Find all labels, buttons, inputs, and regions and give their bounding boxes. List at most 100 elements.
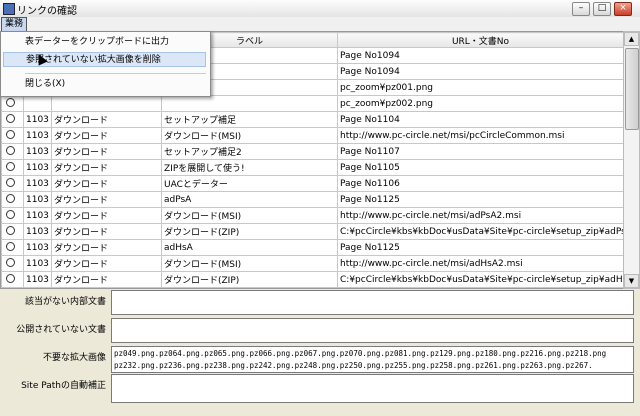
cell-page[interactable]: ダウンロード (51, 191, 162, 208)
cell-label[interactable]: ダウンロード(MSI) (161, 127, 338, 144)
cell-label[interactable]: ダウンロード(MSI) (161, 207, 338, 224)
scroll-thumb[interactable] (625, 48, 639, 130)
table-row[interactable]: 1103ダウンロードダウンロード(MSI)http://www.pc-circl… (1, 127, 623, 144)
table-row[interactable]: 1103 ダウンロード セットアップ補足2 Page No1107 (1, 143, 623, 160)
cell-label[interactable]: セットアップ補足 (161, 111, 338, 128)
cell-no[interactable]: 1103 (23, 143, 52, 160)
radio-icon[interactable] (6, 241, 15, 251)
cell-page[interactable] (51, 95, 162, 112)
cell-url[interactable]: http://www.pc-circle.net/msi/adHsA2.msi (337, 255, 623, 272)
table-row[interactable]: 1103ダウンロードダウンロード(MSI)http://www.pc-circl… (1, 207, 623, 224)
cell-url[interactable]: pc_zoom¥pz002.png (337, 95, 623, 112)
menu-item-delete-unused-images[interactable]: 参照されていない拡大画像を削除 (3, 52, 206, 67)
cell-page[interactable]: ダウンロード (51, 287, 162, 288)
cell-no[interactable]: 1103 (23, 159, 52, 176)
cell-no[interactable]: 1103 (23, 271, 52, 288)
unused-images-field[interactable]: pz049.png.pz064.png.pz065.png.pz066.png.… (111, 346, 634, 373)
cell-no[interactable]: 1103 (23, 223, 52, 240)
menu-item-copy-to-clipboard[interactable]: 表データーをクリップボードに出力 (3, 35, 206, 50)
cell-label[interactable]: ダウンロード(MSI) (161, 255, 338, 272)
row-radio[interactable] (1, 111, 24, 128)
cell-no[interactable]: 1103 (23, 255, 52, 272)
cell-label[interactable]: adPsA (161, 191, 338, 208)
cell-page[interactable]: ダウンロード (51, 143, 162, 160)
cell-no[interactable]: 1103 (23, 175, 52, 192)
vertical-scrollbar[interactable]: ▲ ▼ (623, 31, 640, 289)
row-radio[interactable] (1, 287, 24, 288)
cell-label[interactable]: ダウンロード(MSI) (161, 287, 338, 288)
cell-no[interactable]: 1103 (23, 111, 52, 128)
cell-url[interactable]: pc_zoom¥pz001.png (337, 79, 623, 96)
row-radio[interactable] (1, 255, 24, 272)
radio-icon[interactable] (6, 177, 15, 187)
cell-page[interactable]: ダウンロード (51, 239, 162, 256)
row-radio[interactable] (1, 239, 24, 256)
cell-url[interactable]: C:¥pcCircle¥kbs¥kbDoc¥usData¥Site¥pc-cir… (337, 271, 623, 288)
cell-no[interactable]: 1103 (23, 127, 52, 144)
row-radio[interactable] (1, 175, 24, 192)
unpublished-docs-field[interactable] (111, 318, 634, 343)
cell-url[interactable]: Page No1094 (337, 63, 623, 80)
radio-icon[interactable] (6, 129, 15, 139)
table-row[interactable]: 1103 ダウンロード ZIPを展開して使う! Page No1105 (1, 159, 623, 176)
internal-docs-field[interactable] (111, 290, 634, 315)
cell-label[interactable]: ダウンロード(ZIP) (161, 271, 338, 288)
cell-page[interactable]: ダウンロード (51, 175, 162, 192)
cell-page[interactable]: ダウンロード (51, 271, 162, 288)
radio-icon[interactable] (6, 209, 15, 219)
radio-icon[interactable] (6, 113, 15, 123)
table-row[interactable]: 1103 ダウンロード adPsA Page No1125 (1, 191, 623, 208)
table-row[interactable]: 1103ダウンロードダウンロード(MSI)http://www.pc-circl… (1, 255, 623, 272)
cell-label[interactable]: ダウンロード(ZIP) (161, 223, 338, 240)
cell-label[interactable]: UACとデーター (161, 175, 338, 192)
cell-url[interactable]: Page No1105 (337, 159, 623, 176)
menu-item-close[interactable]: 閉じる(X) (3, 77, 206, 92)
table-row[interactable]: 1103 ダウンロード セットアップ補足 Page No1104 (1, 111, 623, 128)
table-row[interactable]: 1103 ダウンロード ダウンロード(ZIP) C:¥pcCircle¥kbs¥kbD… (1, 223, 623, 240)
row-radio[interactable] (1, 207, 24, 224)
radio-icon[interactable] (6, 273, 15, 283)
cell-no[interactable]: 1103 (23, 191, 52, 208)
cell-no[interactable] (23, 95, 52, 112)
cell-no[interactable]: 1103 (23, 239, 52, 256)
cell-url[interactable]: Page No1125 (337, 191, 623, 208)
cell-page[interactable]: ダウンロード (51, 255, 162, 272)
close-button[interactable]: × (614, 2, 632, 16)
column-header-url[interactable]: URL・文書No (337, 32, 623, 48)
menu-business[interactable]: 業務 (1, 17, 28, 32)
scroll-down-icon[interactable]: ▼ (624, 274, 639, 288)
scroll-up-icon[interactable]: ▲ (624, 32, 639, 46)
radio-icon[interactable] (6, 145, 15, 155)
cell-url[interactable]: Page No1125 (337, 239, 623, 256)
row-radio[interactable] (1, 223, 24, 240)
table-row[interactable]: pc_zoom¥pz002.png (1, 95, 623, 112)
cell-page[interactable]: ダウンロード (51, 159, 162, 176)
table-row[interactable]: 1103 ダウンロード ダウンロード(ZIP) C:¥pcCircle¥kbs¥kbD… (1, 271, 623, 288)
cell-url[interactable]: http://www.pc-circle.net/msi/adPsA2.msi (337, 207, 623, 224)
maximize-button[interactable]: □ (593, 2, 611, 16)
radio-icon[interactable] (6, 257, 15, 267)
cell-url[interactable]: http://www.pc-circle.net/msi/pcCircleCom… (337, 127, 623, 144)
cell-no[interactable]: 1103 (23, 207, 52, 224)
cell-url[interactable]: Page No1094 (337, 47, 623, 64)
cell-url[interactable]: Page No1106 (337, 175, 623, 192)
radio-icon[interactable] (6, 161, 15, 171)
table-row[interactable]: 1103 ダウンロード adHsA Page No1125 (1, 239, 623, 256)
row-radio[interactable] (1, 191, 24, 208)
cell-label[interactable]: セットアップ補足2 (161, 143, 338, 160)
table-row[interactable]: 1103 ダウンロード UACとデーター Page No1106 (1, 175, 623, 192)
cell-label[interactable]: adHsA (161, 239, 338, 256)
cell-label[interactable] (161, 95, 338, 112)
cell-no[interactable]: 1103 (23, 287, 52, 288)
row-radio[interactable] (1, 127, 24, 144)
cell-page[interactable]: ダウンロード (51, 111, 162, 128)
cell-label[interactable]: ZIPを展開して使う! (161, 159, 338, 176)
cell-url[interactable]: http://www.pc-circle.net/msi/rtKnA.msi (337, 287, 623, 288)
row-radio[interactable] (1, 159, 24, 176)
cell-url[interactable]: Page No1107 (337, 143, 623, 160)
cell-page[interactable]: ダウンロード (51, 223, 162, 240)
site-path-field[interactable] (111, 374, 634, 403)
row-radio[interactable] (1, 271, 24, 288)
cell-page[interactable]: ダウンロード (51, 127, 162, 144)
radio-icon[interactable] (6, 193, 15, 203)
